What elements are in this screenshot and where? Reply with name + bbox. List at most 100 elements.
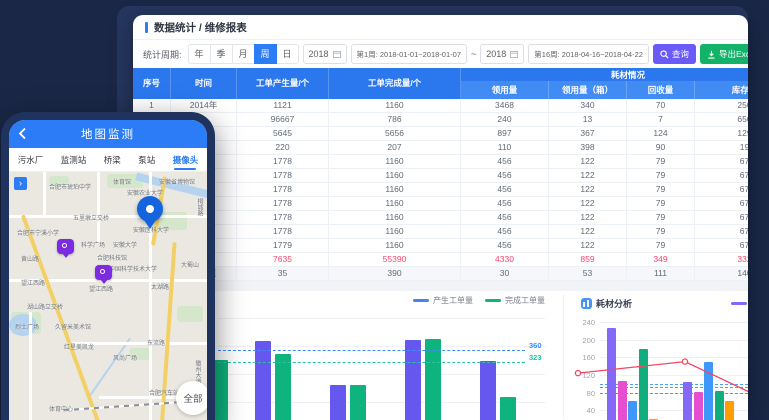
- table-cell: 124: [627, 127, 695, 141]
- query-button[interactable]: 查询: [653, 44, 696, 64]
- table-cell: 1160: [329, 99, 461, 113]
- map-label: 体育中心: [49, 404, 73, 413]
- table-row: 11177911604561227967: [133, 239, 748, 253]
- table-cell: 1160: [329, 225, 461, 239]
- table-cell: 35: [237, 267, 329, 281]
- period-label: 统计周期:: [143, 48, 182, 61]
- tab-监测站[interactable]: 监测站: [61, 150, 87, 170]
- start-week-text: 第1周: 2018-01-01~2018-01-07: [357, 49, 461, 60]
- line-point: [575, 371, 580, 376]
- charts-divider: [563, 295, 564, 419]
- table-row: 10177811604561227967: [133, 225, 748, 239]
- calendar-icon: [510, 50, 518, 58]
- period-option-周[interactable]: 周: [254, 44, 277, 64]
- end-year-select[interactable]: 2018: [480, 44, 524, 64]
- table-cell: 398: [549, 141, 627, 155]
- table-cell: 122: [549, 211, 627, 225]
- tab-污水厂[interactable]: 污水厂: [18, 150, 44, 170]
- search-icon: [660, 50, 669, 59]
- breadcrumb-accent-bar: [145, 22, 148, 33]
- period-option-日[interactable]: 日: [276, 44, 299, 64]
- period-option-年[interactable]: 年: [188, 44, 211, 64]
- filter-bar: 统计周期: 年季月周日 2018 第1周: 2018-01-01~2018-01…: [133, 40, 748, 68]
- tab-桥梁[interactable]: 桥梁: [104, 150, 121, 170]
- bar-产生工单量: [330, 385, 346, 420]
- map-label: 久留米美术馆: [55, 322, 91, 331]
- camera-lens-icon: [62, 243, 67, 248]
- sub-column-header: 领用量: [461, 81, 549, 99]
- expand-button[interactable]: ›: [14, 177, 27, 190]
- download-icon: [707, 50, 716, 59]
- period-option-季[interactable]: 季: [210, 44, 233, 64]
- table-row: 42202071103989019: [133, 141, 748, 155]
- table-cell: 897: [461, 127, 549, 141]
- sub-column-header: 回收量: [627, 81, 695, 99]
- table-cell: 19: [695, 141, 748, 155]
- table-cell: 456: [461, 155, 549, 169]
- table-row: 356455656897367124129: [133, 127, 748, 141]
- export-excel-button[interactable]: 导出Excel: [700, 44, 748, 64]
- back-button[interactable]: [18, 127, 27, 145]
- gridline: [218, 318, 545, 319]
- table-cell: 1160: [329, 239, 461, 253]
- column-header: 工单完成量/个: [329, 68, 461, 99]
- table-header: 序号时间工单产生量/个工单完成量/个耗材情况领用量领用量（箱）回收量库存量: [133, 68, 748, 99]
- table-cell: 79: [627, 197, 695, 211]
- table-cell: 456: [461, 239, 549, 253]
- table-cell: 4330: [461, 253, 549, 267]
- phone-title: 地图监测: [81, 126, 135, 142]
- map[interactable]: 合肥市琥珀中学体育馆安徽农业大学安徽省博物馆桐城路五里墩立交桥合肥市宁溪小学安徽…: [9, 172, 207, 420]
- all-button[interactable]: 全部: [176, 381, 207, 415]
- left-chart-legend: 产生工单量完成工单量: [373, 295, 545, 306]
- table-cell: 30: [461, 267, 549, 281]
- table-cell: 340: [549, 99, 627, 113]
- table-cell: 332: [695, 253, 748, 267]
- table-row: 9177811604561227967: [133, 211, 748, 225]
- end-week-range[interactable]: 第16周: 2018-04-16~2018-04-22: [528, 44, 649, 64]
- phone-header: 地图监测: [9, 120, 207, 148]
- table-cell: 2014年: [171, 99, 237, 113]
- table-cell: 1121: [237, 99, 329, 113]
- column-header: 序号: [133, 68, 171, 99]
- map-label: 合肥市琥珀中学: [49, 182, 91, 191]
- reference-line: [218, 362, 525, 363]
- table-cell: 13: [549, 113, 627, 127]
- table-cell: 1778: [237, 169, 329, 183]
- table-cell: 456: [461, 183, 549, 197]
- table-cell: 207: [329, 141, 461, 155]
- table-cell: 456: [461, 225, 549, 239]
- column-header: 工单产生量/个: [237, 68, 329, 99]
- table-cell: 349: [627, 253, 695, 267]
- legend-item: 产生工单量: [413, 295, 473, 306]
- table-cell: 456: [461, 197, 549, 211]
- table-cell: 122: [549, 155, 627, 169]
- line-point: [682, 359, 687, 364]
- section-divider: [133, 281, 748, 291]
- camera-marker[interactable]: [95, 265, 112, 280]
- table-cell: 1778: [237, 225, 329, 239]
- camera-marker[interactable]: [57, 239, 74, 254]
- period-option-月[interactable]: 月: [232, 44, 255, 64]
- tab-泵站[interactable]: 泵站: [138, 150, 155, 170]
- table-cell: 96667: [237, 113, 329, 127]
- reference-line-label: 360: [529, 341, 542, 350]
- map-label: 合肥科技馆: [97, 253, 127, 262]
- map-label: 大蜀山: [181, 260, 199, 269]
- map-park: [177, 306, 203, 322]
- bar-完成工单量: [275, 354, 291, 420]
- table-cell: 129: [695, 127, 748, 141]
- table-cell: 456: [461, 211, 549, 225]
- table-cell: 53: [549, 267, 627, 281]
- tab-摄像头[interactable]: 摄像头: [173, 150, 199, 170]
- start-week-range[interactable]: 第1周: 2018-01-01~2018-01-07: [351, 44, 467, 64]
- start-year-select[interactable]: 2018: [303, 44, 347, 64]
- selected-pin-marker[interactable]: [137, 196, 163, 222]
- map-label: 望江西路: [21, 278, 45, 287]
- table-cell: 90: [627, 141, 695, 155]
- map-label: 五里墩立交桥: [73, 213, 109, 222]
- map-label: 东流路: [147, 338, 165, 347]
- table-cell: 79: [627, 225, 695, 239]
- table-cell: 67: [695, 197, 748, 211]
- table-row: 12014年11211160346834070250: [133, 99, 748, 113]
- table-cell: 1160: [329, 155, 461, 169]
